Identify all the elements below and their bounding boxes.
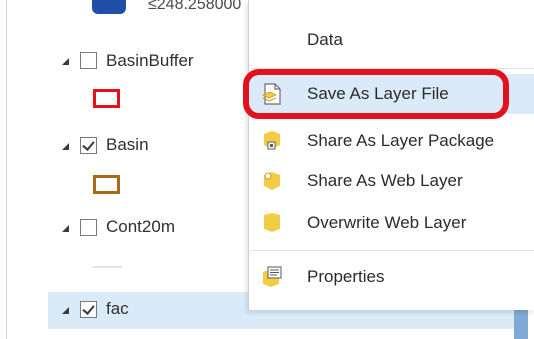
menu-item-share-as-layer-package[interactable]: Share As Layer Package — [249, 121, 534, 161]
layer-row-cont20m[interactable]: Cont20m — [0, 212, 248, 244]
check-mark-icon — [82, 138, 95, 151]
legend-swatch-line — [92, 266, 122, 268]
layer-visibility-checkbox[interactable] — [80, 137, 97, 154]
expand-collapse-icon[interactable] — [62, 58, 69, 65]
expand-collapse-icon[interactable] — [62, 307, 69, 314]
layer-visibility-checkbox[interactable] — [80, 301, 97, 318]
properties-icon — [262, 266, 282, 288]
menu-item-label: Overwrite Web Layer — [307, 213, 467, 232]
highlight-annotation-outline — [243, 69, 509, 119]
context-menu: Data Save As Layer File Share As Layer P… — [248, 0, 534, 310]
legend-swatch-brown — [93, 175, 120, 194]
expand-collapse-icon[interactable] — [62, 143, 69, 150]
menu-item-label: Share As Web Layer — [307, 171, 463, 190]
layer-row-basin[interactable]: Basin — [0, 132, 248, 164]
layer-row-basinbuffer[interactable]: BasinBuffer — [0, 48, 248, 80]
layer-package-icon — [262, 130, 282, 152]
layer-name: BasinBuffer — [106, 51, 194, 70]
menu-item-properties[interactable]: Properties — [249, 257, 534, 297]
layer-row-fac[interactable]: fac — [0, 295, 248, 327]
menu-separator — [251, 250, 534, 251]
layer-name: Basin — [106, 135, 149, 154]
legend-class-label: ≤248.258000 — [148, 0, 242, 13]
menu-item-share-as-web-layer[interactable]: Share As Web Layer — [249, 161, 534, 201]
layer-visibility-checkbox[interactable] — [80, 219, 97, 236]
legend-swatch-red — [93, 89, 120, 108]
layer-visibility-checkbox[interactable] — [80, 52, 97, 69]
menu-item-data[interactable]: Data — [249, 20, 534, 60]
menu-item-overwrite-web-layer[interactable]: Overwrite Web Layer — [249, 203, 534, 243]
overwrite-web-layer-icon — [262, 212, 282, 234]
layer-name: fac — [106, 299, 129, 318]
expand-collapse-icon[interactable] — [62, 225, 69, 232]
layer-name: Cont20m — [106, 217, 175, 236]
legend-swatch-blue — [92, 0, 126, 14]
menu-item-label: Properties — [307, 267, 385, 286]
menu-item-label: Data — [307, 30, 343, 49]
web-layer-icon — [262, 170, 282, 192]
menu-item-label: Share As Layer Package — [307, 131, 495, 150]
check-mark-icon — [82, 302, 95, 315]
